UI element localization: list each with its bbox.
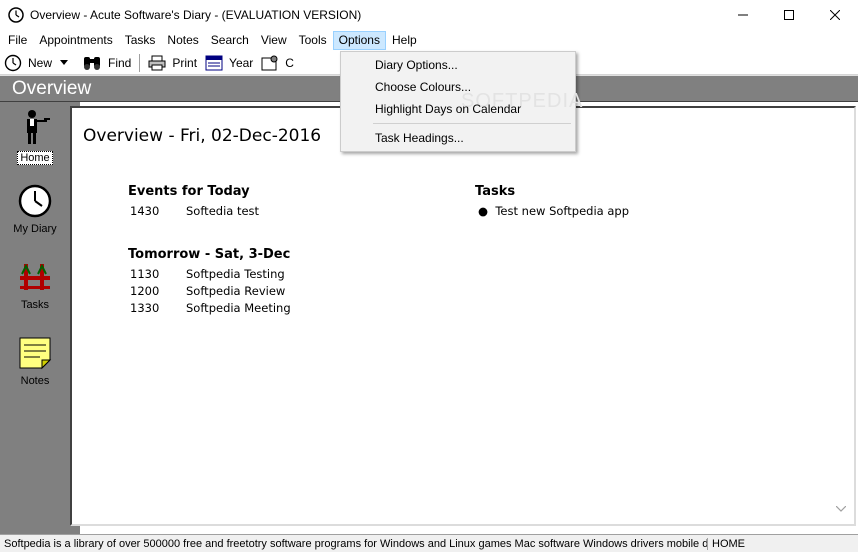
options-toolbar-label: C [285, 55, 294, 70]
nav-notes-label: Notes [20, 375, 50, 387]
overview-title: Overview - Fri, 02-Dec-2016 [83, 126, 322, 146]
nav-home[interactable]: Home [0, 108, 70, 165]
maximize-button[interactable] [766, 0, 812, 30]
nav-tasks-label: Tasks [20, 299, 50, 311]
window-title: Overview - Acute Software's Diary - (EVA… [30, 8, 362, 22]
tasks-icon [20, 263, 50, 290]
menu-separator [373, 123, 571, 124]
event-text: Softpedia Review [186, 284, 286, 298]
menu-options[interactable]: Options [332, 31, 386, 50]
menu-item-highlight-days[interactable]: Highlight Days on Calendar [375, 102, 521, 116]
menu-item-diary-options[interactable]: Diary Options... [375, 58, 458, 72]
nav-tasks[interactable]: Tasks [0, 262, 70, 311]
close-icon [830, 10, 840, 20]
close-button[interactable] [812, 0, 858, 30]
tasks-heading: Tasks [475, 184, 516, 199]
waiter-icon [27, 110, 50, 144]
status-mode: HOME [712, 537, 745, 550]
menu-appointments[interactable]: Appointments [33, 31, 118, 50]
menu-item-task-headings[interactable]: Task Headings... [375, 131, 464, 145]
menu-tasks[interactable]: Tasks [119, 31, 162, 50]
toolbar-separator [139, 53, 141, 72]
printer-icon [148, 55, 166, 70]
print-label: Print [172, 55, 198, 70]
year-button[interactable]: Year [201, 52, 257, 74]
event-row[interactable]: 1130 Softpedia Testing [130, 267, 285, 281]
clock-icon [18, 184, 52, 218]
menu-search[interactable]: Search [205, 31, 255, 50]
status-message: Softpedia is a library of over 500000 fr… [0, 537, 708, 550]
nav-home-label: Home [17, 151, 53, 165]
nav-notes[interactable]: Notes [0, 336, 70, 387]
options-toolbar-button[interactable]: C [257, 52, 298, 74]
menu-view[interactable]: View [255, 31, 293, 50]
event-time: 1200 [130, 284, 160, 298]
scroll-down-arrow-icon[interactable] [836, 506, 846, 512]
caret-down-icon [60, 60, 69, 65]
task-text: Test new Softpedia app [495, 204, 629, 218]
event-time: 1430 [130, 204, 160, 218]
calendar-icon [205, 55, 223, 70]
minimize-button[interactable] [720, 0, 766, 30]
menu-item-choose-colours[interactable]: Choose Colours... [375, 80, 471, 94]
menu-help[interactable]: Help [386, 31, 423, 50]
new-dropdown-arrow[interactable] [56, 52, 78, 74]
nav-my-diary[interactable]: My Diary [0, 184, 70, 235]
maximize-icon [784, 10, 794, 20]
nav-my-diary-label: My Diary [13, 223, 57, 235]
event-row[interactable]: 1330 Softpedia Meeting [130, 301, 291, 315]
new-button[interactable]: New [0, 52, 56, 74]
minimize-icon [738, 14, 748, 16]
event-text: Softpedia Meeting [186, 301, 291, 315]
event-text: Softpedia Testing [186, 267, 285, 281]
year-label: Year [229, 55, 254, 70]
tomorrow-heading: Tomorrow - Sat, 3-Dec [128, 247, 291, 262]
event-time: 1130 [130, 267, 160, 281]
clock-app-icon [8, 7, 24, 23]
status-bar: Softpedia is a library of over 500000 fr… [0, 534, 858, 552]
menu-file[interactable]: File [2, 31, 33, 50]
new-label: New [28, 55, 53, 70]
task-item[interactable]: ● Test new Softpedia app [478, 204, 629, 218]
notes-icon [19, 337, 52, 370]
find-button[interactable]: Find [78, 52, 135, 74]
bullet-icon: ● [478, 204, 496, 218]
title-bar: Overview - Acute Software's Diary - (EVA… [0, 0, 858, 30]
options-settings-icon [261, 55, 278, 70]
event-time: 1330 [130, 301, 160, 315]
menu-bar: File Appointments Tasks Notes Search Vie… [0, 30, 858, 51]
event-row[interactable]: 1200 Softpedia Review [130, 284, 285, 298]
menu-tools[interactable]: Tools [293, 31, 333, 50]
binoculars-icon [84, 56, 101, 70]
print-button[interactable]: Print [144, 52, 201, 74]
overview-content: Overview - Fri, 02-Dec-2016 Events for T… [70, 106, 856, 526]
clock-icon [4, 54, 22, 71]
events-today-heading: Events for Today [128, 184, 250, 199]
find-label: Find [108, 55, 132, 70]
menu-notes[interactable]: Notes [161, 31, 204, 50]
event-text: Softedia test [186, 204, 260, 218]
options-dropdown-menu: SOFTPEDIA Diary Options... Choose Colour… [340, 51, 582, 152]
event-row[interactable]: 1430 Softedia test [130, 204, 259, 218]
left-nav-panel: Home My Diary Tasks Notes [0, 102, 80, 534]
